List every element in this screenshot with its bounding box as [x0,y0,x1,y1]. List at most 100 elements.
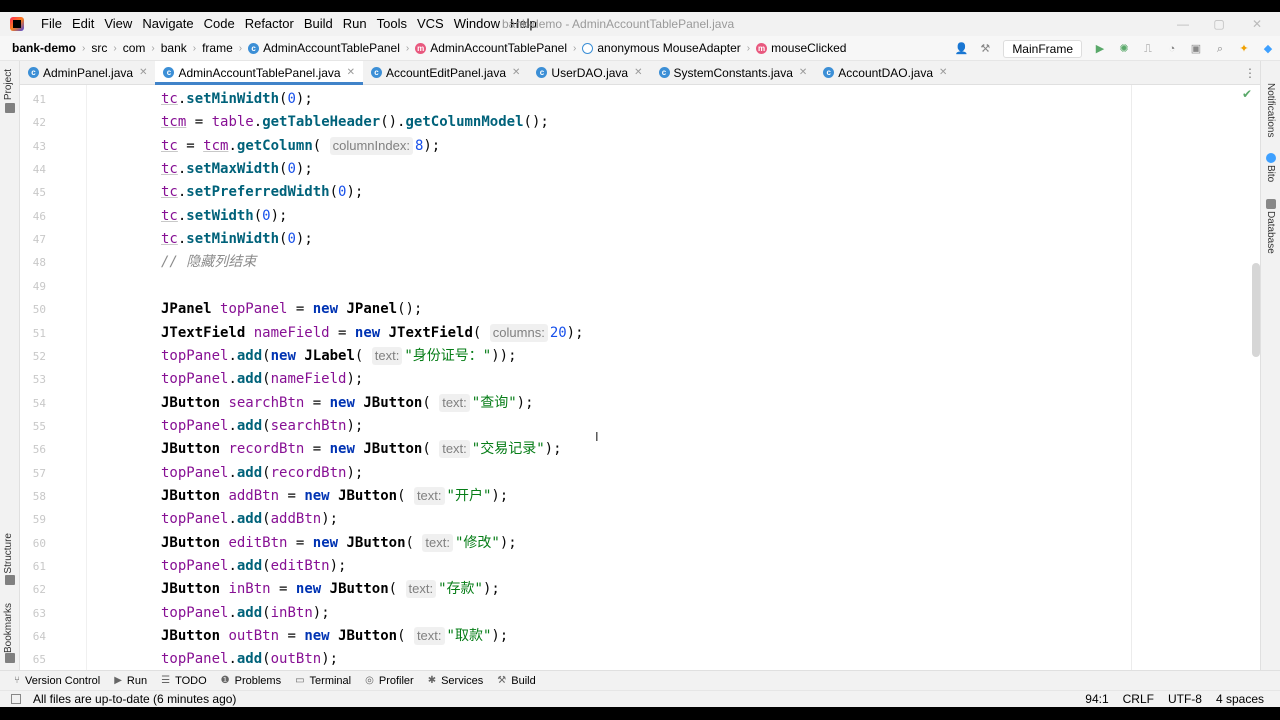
plugin-icon[interactable]: ◆ [1261,42,1275,56]
debug-icon[interactable]: ✺ [1117,42,1131,56]
menu-navigate[interactable]: Navigate [137,12,198,36]
tool-window-bar: ⑂ Version Control ▶ Run ☰ TODO ❶ Problems ▭ Termi… [0,670,1280,690]
search-everywhere-icon[interactable]: ⌕ [1213,42,1227,56]
editor-scrollbar[interactable] [1252,263,1260,357]
code-line[interactable]: 48 // 隐藏列结束 [20,251,1220,274]
code-line[interactable]: 41 tc.setMinWidth(0); [20,88,1220,111]
build-hammer-icon[interactable]: ⚒ [978,42,992,56]
notifications-tool-label[interactable]: Notifications [1265,83,1276,137]
close-tab-icon[interactable]: ✕ [347,67,355,78]
editor-tab[interactable]: c AdminAccountTablePanel.java ✕ [155,61,363,85]
editor-tab[interactable]: c UserDAO.java ✕ [528,61,650,84]
menu-run[interactable]: Run [338,12,372,36]
editor-tab[interactable]: c AdminPanel.java ✕ [20,61,155,84]
database-tool-label[interactable]: Database [1265,211,1276,254]
code-line[interactable]: 50 JPanel topPanel = new JPanel(); [20,298,1220,321]
tool-window-todo[interactable]: ☰ TODO [161,675,207,687]
code-line[interactable]: 52 topPanel.add(new JLabel( text: "身份证号：")… [20,345,1220,368]
left-tool-strip: Project Structure Bookmarks [0,61,20,670]
code-line[interactable]: 57 topPanel.add(recordBtn); [20,462,1220,485]
close-tab-icon[interactable]: ✕ [799,67,807,78]
run-configuration-select[interactable]: MainFrame [1003,39,1082,58]
close-window-icon[interactable]: ✕ [1234,12,1280,36]
profile-icon[interactable]: ◔ [1165,42,1179,56]
breadcrumb-item[interactable]: bank [159,41,189,55]
bookmarks-tool-icon[interactable] [5,653,15,663]
code-line[interactable]: 58 JButton addBtn = new JButton( text: "开户… [20,485,1220,508]
menu-window[interactable]: Window [449,12,505,36]
code-line[interactable]: 62 JButton inBtn = new JButton( text: "存款"… [20,578,1220,601]
code-line[interactable]: 49 [20,275,1220,298]
code-line[interactable]: 42 tcm = table.getTableHeader().getColumn… [20,111,1220,134]
breadcrumb-item[interactable]: frame [200,41,235,55]
status-toggle-icon[interactable] [11,694,21,704]
code-line[interactable]: 63 topPanel.add(inBtn); [20,602,1220,625]
menu-vcs[interactable]: VCS [412,12,449,36]
inspection-ok-icon[interactable]: ✔ [1242,87,1252,101]
code-line[interactable]: 59 topPanel.add(addBtn); [20,508,1220,531]
coverage-icon[interactable]: ⎍ [1141,42,1155,56]
database-icon[interactable] [1266,199,1276,209]
project-tool-label[interactable]: Project [3,69,14,100]
tool-window-terminal[interactable]: ▭ Terminal [295,675,351,687]
code-line[interactable]: 53 topPanel.add(nameField); [20,368,1220,391]
menu-edit[interactable]: Edit [67,12,99,36]
tool-window-build[interactable]: ⚒ Build [497,675,535,687]
editor-tab[interactable]: c SystemConstants.java ✕ [651,61,816,84]
stop-icon[interactable]: ▣ [1189,42,1203,56]
breadcrumb-item[interactable]: bank-demo [10,41,78,55]
tool-window-services[interactable]: ✱ Services [428,675,484,687]
code-line[interactable]: 61 topPanel.add(editBtn); [20,555,1220,578]
close-tab-icon[interactable]: ✕ [939,67,947,78]
code-line[interactable]: 54 JButton searchBtn = new JButton( text:… [20,392,1220,415]
menu-build[interactable]: Build [299,12,338,36]
tool-window-run[interactable]: ▶ Run [114,675,147,687]
code-line[interactable]: 44 tc.setMaxWidth(0); [20,158,1220,181]
breadcrumb-item[interactable]: m AdminAccountTablePanel [413,41,569,55]
menu-refactor[interactable]: Refactor [240,12,299,36]
tool-window-problems[interactable]: ❶ Problems [221,675,281,687]
code-line[interactable]: 65 topPanel.add(outBtn); [20,648,1220,670]
bito-icon[interactable] [1266,153,1276,163]
code-editor[interactable]: 41 tc.setMinWidth(0); 42 tcm = table.getTab… [20,85,1260,670]
breadcrumb-item[interactable]: c AdminAccountTablePanel [246,41,402,55]
bito-tool-label[interactable]: Bito [1265,165,1276,182]
code-line[interactable]: 55 topPanel.add(searchBtn); [20,415,1220,438]
code-line[interactable]: 64 JButton outBtn = new JButton( text: "取款… [20,625,1220,648]
close-tab-icon[interactable]: ✕ [634,67,642,78]
tool-window-version-control[interactable]: ⑂ Version Control [14,675,100,687]
structure-tool-icon[interactable] [5,575,15,585]
line-separator[interactable]: CRLF [1123,691,1154,707]
breadcrumb-item[interactable]: com [121,41,148,55]
breadcrumb-item[interactable]: src [89,41,109,55]
code-line[interactable]: 51 JTextField nameField = new JTextField(… [20,322,1220,345]
more-tabs-icon[interactable]: ⋮ [1244,61,1256,85]
editor-tab[interactable]: c AccountEditPanel.java ✕ [363,61,528,84]
structure-tool-label[interactable]: Structure [3,533,14,574]
menu-file[interactable]: File [36,12,67,36]
menu-code[interactable]: Code [199,12,240,36]
caret-position[interactable]: 94:1 [1085,691,1108,707]
close-tab-icon[interactable]: ✕ [139,67,147,78]
breadcrumb-item[interactable]: anonymous MouseAdapter [580,41,742,55]
code-line[interactable]: 56 JButton recordBtn = new JButton( text:… [20,438,1220,461]
code-line[interactable]: 46 tc.setWidth(0); [20,205,1220,228]
bookmarks-tool-label[interactable]: Bookmarks [3,603,14,653]
code-line[interactable]: 60 JButton editBtn = new JButton( text: "修… [20,532,1220,555]
file-encoding[interactable]: UTF-8 [1168,691,1202,707]
user-icon[interactable]: 👤 [954,42,968,56]
run-icon[interactable]: ▶ [1093,42,1107,56]
tool-window-profiler[interactable]: ◎ Profiler [365,675,414,687]
close-tab-icon[interactable]: ✕ [512,67,520,78]
updates-icon[interactable]: ✦ [1237,42,1251,56]
breadcrumb-item[interactable]: m mouseClicked [754,41,848,55]
intellij-logo-icon[interactable] [10,17,24,31]
project-tool-icon[interactable] [5,103,15,113]
code-line[interactable]: 47 tc.setMinWidth(0); [20,228,1220,251]
menu-tools[interactable]: Tools [372,12,412,36]
code-line[interactable]: 45 tc.setPreferredWidth(0); [20,181,1220,204]
menu-view[interactable]: View [99,12,137,36]
code-line[interactable]: 43 tc = tcm.getColumn( columnIndex: 8); [20,135,1220,158]
indent-setting[interactable]: 4 spaces [1216,691,1264,707]
editor-tab[interactable]: c AccountDAO.java ✕ [815,61,955,84]
